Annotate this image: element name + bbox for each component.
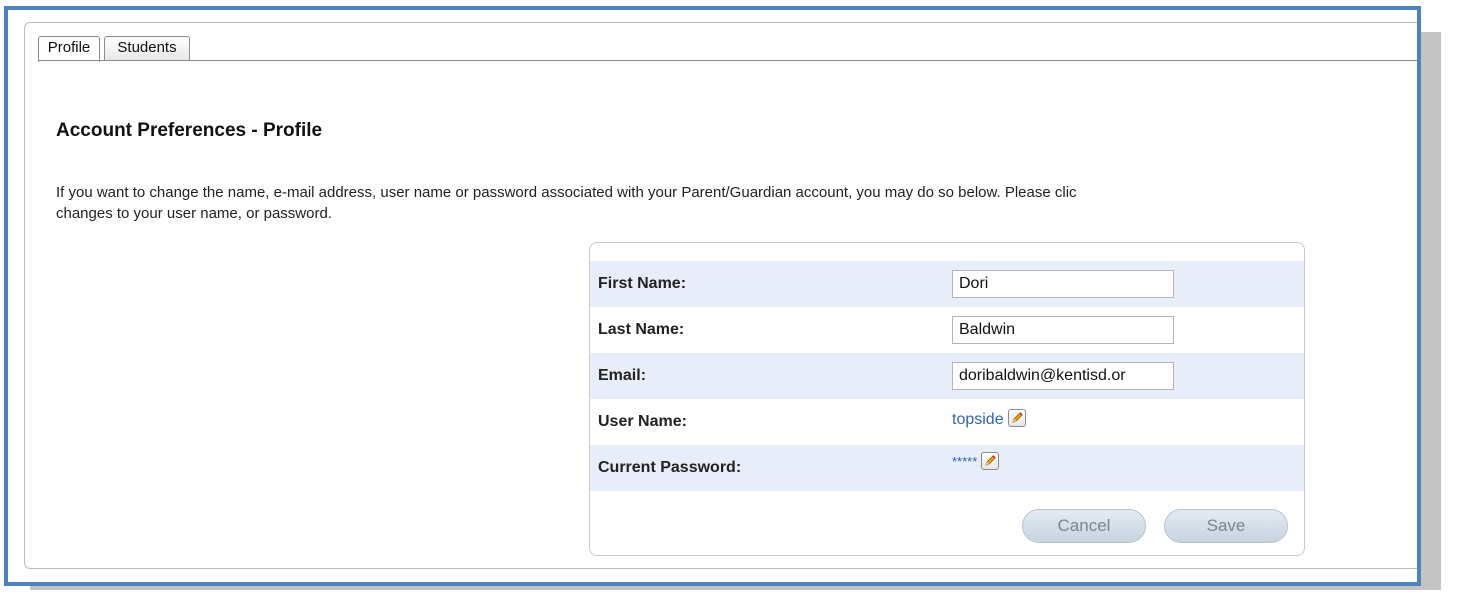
password-row: Current Password: ***** xyxy=(590,445,1304,491)
cancel-button[interactable]: Cancel xyxy=(1022,509,1146,543)
username-value[interactable]: topside xyxy=(952,411,1004,428)
email-row: Email: xyxy=(590,353,1304,399)
description-line-1: If you want to change the name, e-mail a… xyxy=(56,184,1077,201)
password-link[interactable]: ***** xyxy=(952,445,1000,479)
first-name-row: First Name: xyxy=(590,261,1304,307)
tab-divider xyxy=(38,60,1417,61)
username-row: User Name: topside xyxy=(590,399,1304,445)
username-label: User Name: xyxy=(598,413,687,430)
last-name-label: Last Name: xyxy=(598,321,685,338)
page-description: If you want to change the name, e-mail a… xyxy=(56,182,1417,224)
email-input[interactable] xyxy=(952,362,1174,390)
username-link[interactable]: topside xyxy=(952,399,1026,441)
first-name-input[interactable] xyxy=(952,270,1174,298)
last-name-row: Last Name: xyxy=(590,307,1304,353)
description-line-2: changes to your user name, or password. xyxy=(56,205,332,222)
screenshot-frame: Profile Students Account Preferences - P… xyxy=(4,6,1421,586)
tab-students[interactable]: Students xyxy=(104,36,190,60)
last-name-input[interactable] xyxy=(952,316,1174,344)
edit-username-icon[interactable] xyxy=(1007,408,1026,427)
edit-password-icon[interactable] xyxy=(981,451,1000,470)
first-name-label: First Name: xyxy=(598,275,687,292)
save-button[interactable]: Save xyxy=(1164,509,1288,543)
password-label: Current Password: xyxy=(598,459,742,476)
profile-form-card: First Name: Last Name: Email: User Name:… xyxy=(589,242,1305,556)
password-value[interactable]: ***** xyxy=(952,454,977,469)
page-title: Account Preferences - Profile xyxy=(56,120,323,141)
email-label: Email: xyxy=(598,367,647,384)
tab-profile[interactable]: Profile xyxy=(38,36,100,62)
